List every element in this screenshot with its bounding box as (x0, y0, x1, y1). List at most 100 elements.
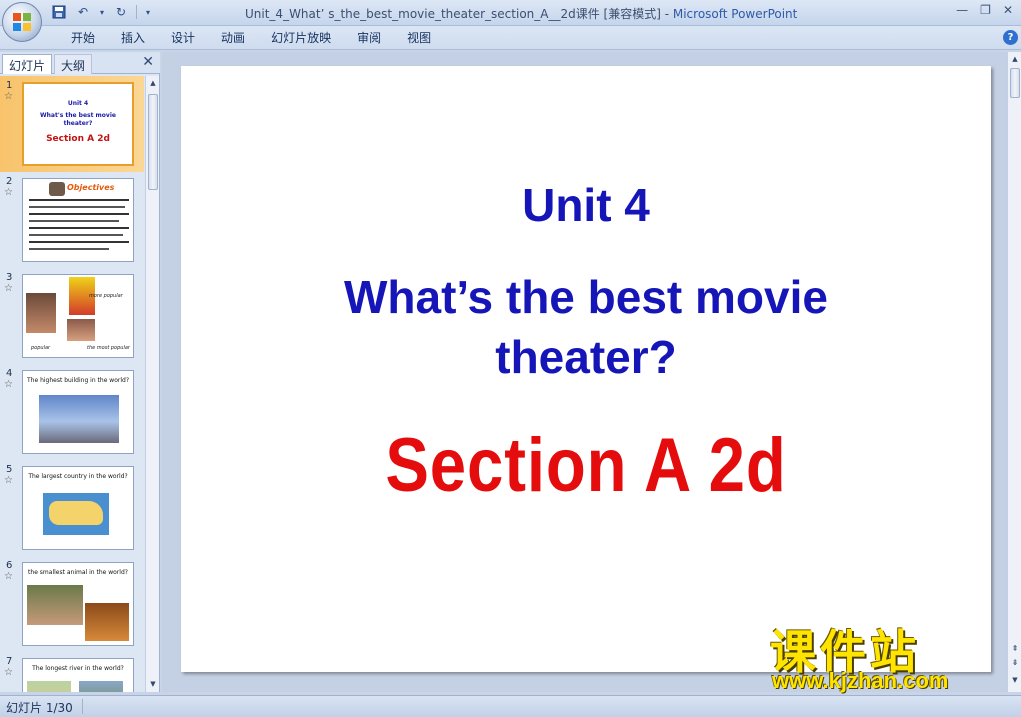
undo-dropdown-icon[interactable]: ▾ (98, 4, 106, 20)
thumbnail-row[interactable]: 2 ☆ Objectives (0, 172, 144, 268)
slide-thumbnail-3[interactable]: more popular popular the most popular (22, 274, 134, 358)
document-title: Unit_4_What’ s_the_best_movie_theater_se… (245, 7, 673, 21)
slide-number: 4 (6, 368, 13, 379)
ribbon-tab-bar: 开始 插入 设计 动画 幻灯片放映 审阅 视图 ? (0, 26, 1021, 50)
text-line (29, 248, 109, 250)
tab-animations[interactable]: 动画 (208, 30, 258, 46)
window-controls: — ❐ ✕ (956, 3, 1013, 17)
girl-photo (27, 585, 83, 625)
person-photo (26, 293, 56, 333)
thumb-caption: the smallest animal in the world? (28, 569, 128, 576)
tab-home[interactable]: 开始 (58, 30, 108, 46)
text-line (29, 206, 125, 208)
slide-editing-area: Unit 4 What’s the best movie theater? Se… (162, 52, 1007, 692)
animation-star-icon: ☆ (4, 187, 13, 198)
slide-unit-title[interactable]: Unit 4 (181, 178, 991, 232)
ribbon-tabs: 开始 插入 设计 动画 幻灯片放映 审阅 视图 (58, 30, 444, 46)
maximize-icon[interactable]: ❐ (980, 3, 991, 17)
scroll-thumb[interactable] (1010, 68, 1020, 98)
animation-star-icon: ☆ (4, 283, 13, 294)
quick-access-toolbar: ↶ ▾ ↻ ▾ (50, 4, 153, 20)
thumb-label: more popular (89, 293, 123, 299)
animation-star-icon: ☆ (4, 91, 13, 102)
thumb-caption: The longest river in the world? (32, 665, 124, 672)
slide-thumbnail-5[interactable]: The largest country in the world? (22, 466, 134, 550)
text-line (29, 220, 119, 222)
slides-pane: 幻灯片 大纲 ✕ 1 ☆ Unit 4 What's the best movi… (0, 52, 160, 692)
slide-indicator: 幻灯片 1/30 (6, 701, 73, 715)
tab-outline[interactable]: 大纲 (54, 54, 93, 74)
slide-number: 5 (6, 464, 13, 475)
slide-scrollbar[interactable]: ▲ ⇞ ⇟ ▼ (1007, 52, 1021, 692)
next-slide-icon[interactable]: ⇟ (1010, 658, 1020, 670)
animation-star-icon: ☆ (4, 571, 13, 582)
tab-review[interactable]: 审阅 (344, 30, 394, 46)
scroll-up-icon[interactable]: ▲ (147, 77, 159, 89)
couple-photo (67, 319, 95, 341)
office-logo-icon (13, 13, 31, 31)
slide-thumbnail-4[interactable]: The highest building in the world? (22, 370, 134, 454)
scroll-thumb[interactable] (148, 94, 158, 190)
close-pane-icon[interactable]: ✕ (142, 54, 154, 70)
previous-slide-icon[interactable]: ⇞ (1010, 644, 1020, 656)
redo-icon[interactable]: ↻ (112, 4, 130, 20)
toolbar-separator (136, 5, 137, 19)
save-icon[interactable] (50, 4, 68, 20)
river-photo (79, 681, 123, 692)
thumbnail-scrollbar[interactable]: ▲ ▼ (145, 76, 159, 692)
minimize-icon[interactable]: — (956, 3, 968, 17)
slide-number: 3 (6, 272, 13, 283)
slide-number: 1 (6, 80, 13, 91)
objectives-picture (49, 182, 65, 196)
river-map-picture (27, 681, 71, 692)
app-name: Microsoft PowerPoint (672, 7, 798, 21)
customize-toolbar-icon[interactable]: ▾ (143, 4, 153, 20)
slide-number: 6 (6, 560, 13, 571)
text-line (29, 234, 123, 236)
thumbnail-list: 1 ☆ Unit 4 What's the best movie theater… (0, 76, 144, 692)
animal-photo (85, 603, 129, 641)
thumbnail-row[interactable]: 3 ☆ more popular popular the most popula… (0, 268, 144, 364)
tab-insert[interactable]: 插入 (108, 30, 158, 46)
thumbnail-row[interactable]: 5 ☆ The largest country in the world? (0, 460, 144, 556)
tab-slideshow[interactable]: 幻灯片放映 (258, 30, 344, 46)
thumb-caption: The highest building in the world? (27, 377, 129, 384)
tab-view[interactable]: 视图 (394, 30, 444, 46)
slide-thumbnail-2[interactable]: Objectives (22, 178, 134, 262)
window-title: Unit_4_What’ s_the_best_movie_theater_se… (245, 5, 797, 22)
slide-number: 7 (6, 656, 13, 667)
thumbnail-row[interactable]: 7 ☆ The longest river in the world? (0, 652, 144, 692)
thumbnail-row[interactable]: 6 ☆ the smallest animal in the world? (0, 556, 144, 652)
thumb-label: popular (31, 345, 51, 351)
tab-slides[interactable]: 幻灯片 (2, 54, 53, 74)
current-slide[interactable]: Unit 4 What’s the best movie theater? Se… (181, 66, 991, 672)
slide-question-line-1[interactable]: What’s the best movie (181, 270, 991, 324)
scroll-down-icon[interactable]: ▼ (1009, 674, 1021, 686)
scroll-up-icon[interactable]: ▲ (1009, 53, 1021, 65)
slide-question-line-2[interactable]: theater? (181, 330, 991, 384)
thumb-caption: The largest country in the world? (28, 473, 128, 480)
scroll-down-icon[interactable]: ▼ (147, 678, 159, 690)
text-line (29, 227, 129, 229)
slide-thumbnail-1[interactable]: Unit 4 What's the best movie theater? Se… (22, 82, 134, 166)
office-button[interactable] (2, 2, 42, 42)
map-picture (43, 493, 109, 535)
thumb-question-1: What's the best movie (40, 112, 116, 119)
close-icon[interactable]: ✕ (1003, 3, 1013, 17)
slide-thumbnail-7[interactable]: The longest river in the world? (22, 658, 134, 692)
thumb-section: Section A 2d (46, 134, 110, 144)
thumbnail-row[interactable]: 4 ☆ The highest building in the world? (0, 364, 144, 460)
help-icon[interactable]: ? (1003, 30, 1018, 45)
thumb-objectives-heading: Objectives (67, 183, 115, 192)
animation-star-icon: ☆ (4, 475, 13, 486)
animation-star-icon: ☆ (4, 379, 13, 390)
status-separator (82, 699, 83, 714)
slide-thumbnail-6[interactable]: the smallest animal in the world? (22, 562, 134, 646)
slide-section-title[interactable]: Section A 2d (238, 422, 935, 509)
undo-icon[interactable]: ↶ (74, 4, 92, 20)
tab-design[interactable]: 设计 (158, 30, 208, 46)
thumbnail-row[interactable]: 1 ☆ Unit 4 What's the best movie theater… (0, 76, 144, 172)
thumb-unit: Unit 4 (67, 100, 89, 107)
pane-tabs: 幻灯片 大纲 ✕ (0, 52, 160, 74)
text-line (29, 213, 129, 215)
